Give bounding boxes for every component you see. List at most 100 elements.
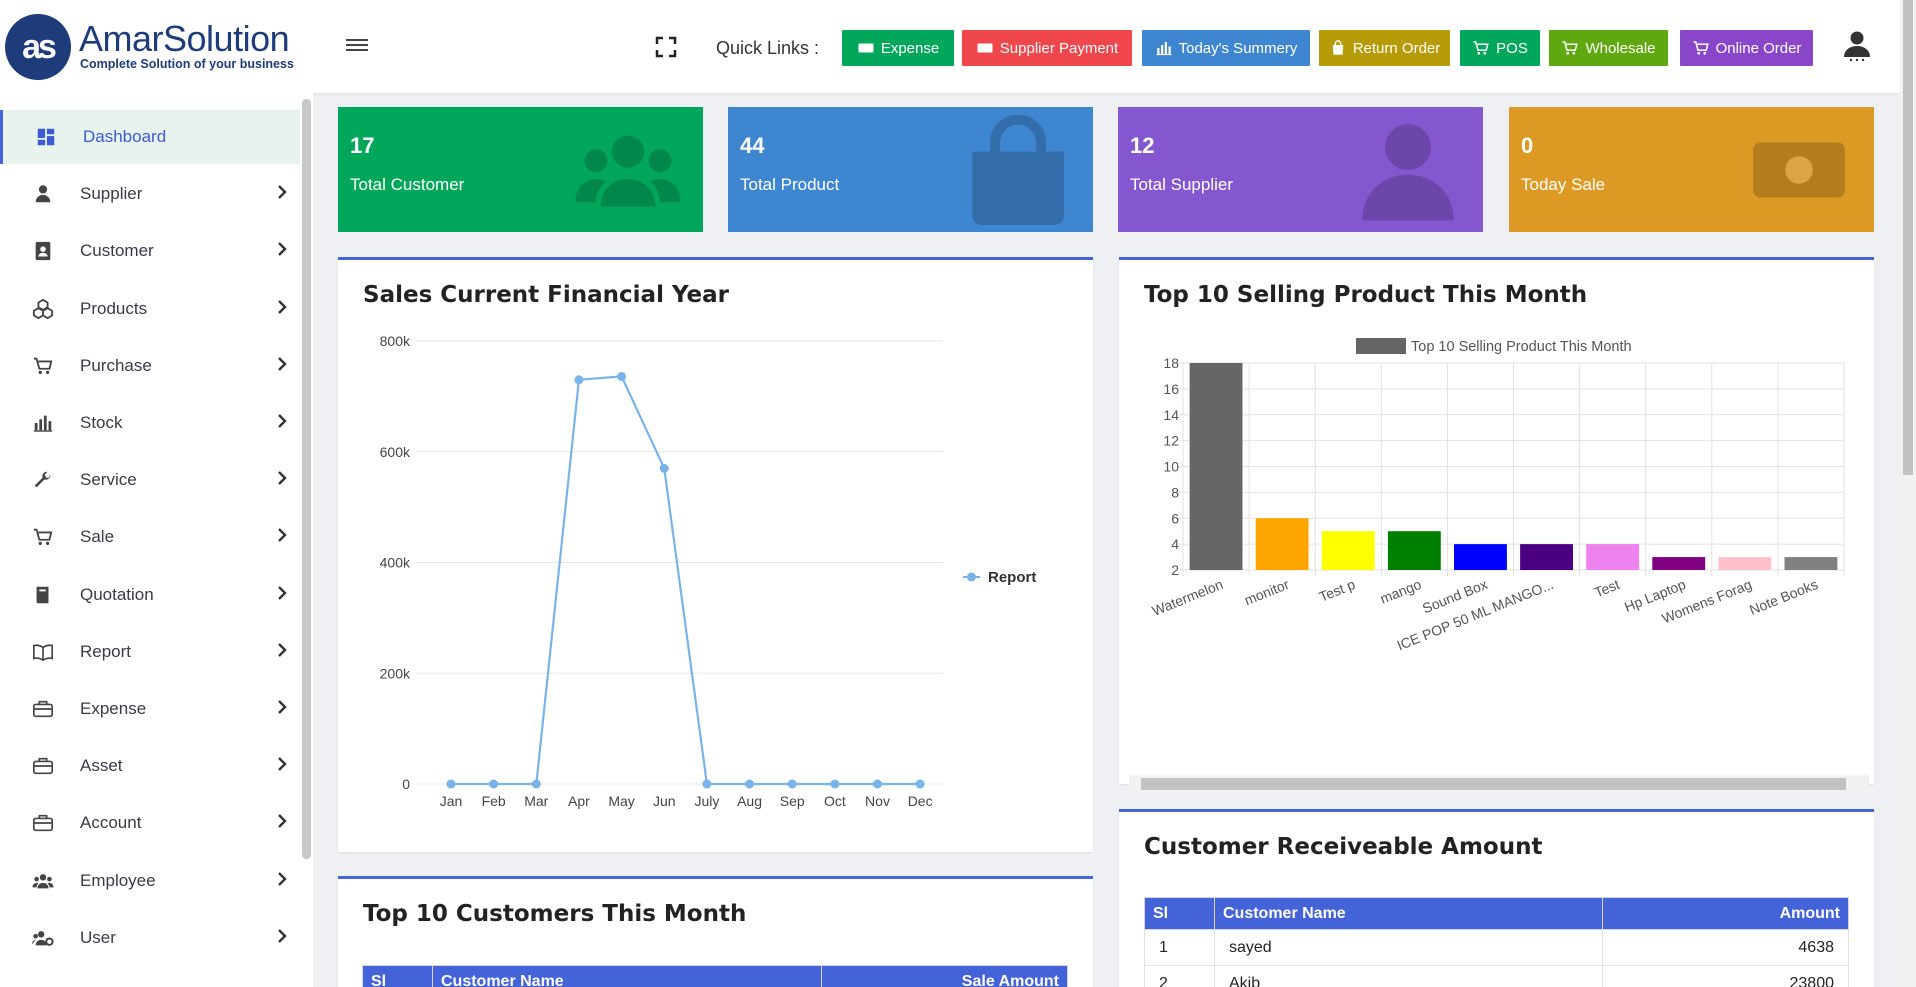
receivable-table: Sl Customer Name Amount 1 sayed 4638 2 A…	[1144, 897, 1849, 987]
chart-bar-icon	[32, 412, 54, 434]
stat-card-total-customer[interactable]: 17 Total Customer	[338, 107, 703, 232]
col-header-sl[interactable]: Sl	[1144, 897, 1215, 930]
quick-link-label: Wholesale	[1585, 39, 1656, 57]
fullscreen-icon[interactable]	[655, 36, 677, 58]
hamburger-menu-icon[interactable]	[346, 36, 368, 54]
sidebar: Dashboard Supplier Customer Products Purchas…	[0, 93, 313, 987]
stat-card-today-sale[interactable]: 0 Today Sale	[1509, 107, 1874, 232]
y-tick-label: 2	[1171, 562, 1179, 578]
x-tick-label: Test p	[1317, 576, 1358, 605]
quick-link-pos-button[interactable]: POS	[1460, 30, 1540, 66]
col-header-customer-name[interactable]: Customer Name	[432, 965, 822, 987]
sidebar-item-label: Report	[80, 641, 132, 661]
brand-logo[interactable]: as AmarSolution Complete Solution of you…	[5, 14, 305, 80]
quick-links-label: Quick Links :	[716, 38, 820, 58]
y-tick-label: 18	[1163, 355, 1179, 371]
sidebar-item-products[interactable]: Products	[0, 282, 300, 336]
sidebar-item-supplier[interactable]: Supplier	[0, 167, 300, 221]
sidebar-item-service[interactable]: Service	[0, 453, 300, 507]
y-tick-label: 6	[1171, 510, 1179, 526]
x-tick-label: mango	[1378, 576, 1424, 607]
table-header-row: Sl Customer Name Sale Amount	[362, 965, 1068, 987]
row-amount: 23800	[1602, 965, 1849, 987]
row-customer-name: sayed	[1214, 929, 1603, 966]
chevron-right-icon	[277, 299, 287, 318]
sidebar-item-user[interactable]: User	[0, 911, 300, 965]
briefcase-icon	[32, 755, 54, 777]
table-row[interactable]: 1 sayed 4638	[1144, 929, 1849, 966]
col-header-sale-amount[interactable]: Sale Amount	[821, 965, 1068, 987]
x-tick-label: July	[694, 793, 719, 809]
y-tick-label: 12	[1163, 433, 1179, 449]
supplier-icon	[32, 183, 54, 205]
y-tick-label: 14	[1163, 407, 1179, 423]
col-header-sl[interactable]: Sl	[362, 965, 433, 987]
chevron-right-icon	[277, 757, 287, 775]
bar-test-p	[1321, 531, 1375, 570]
bar-note-books	[1784, 557, 1838, 570]
bar-watermelon	[1189, 363, 1243, 570]
users-icon	[573, 115, 693, 225]
bar-mango	[1387, 531, 1441, 570]
stat-value: 44	[740, 133, 765, 158]
x-tick-label: Sep	[780, 793, 805, 809]
x-tick-label: Note Books	[1747, 576, 1820, 618]
open-book-icon	[32, 641, 54, 663]
chevron-right-icon	[277, 356, 287, 375]
sidebar-item-dashboard[interactable]: Dashboard	[0, 110, 300, 164]
data-point	[787, 779, 797, 789]
sidebar-item-expense[interactable]: Expense	[0, 682, 300, 736]
bar-ice-pop-50-ml-mango-	[1520, 544, 1573, 570]
sidebar-item-label: Employee	[80, 870, 156, 890]
sidebar-item-customer[interactable]: Customer	[0, 224, 300, 278]
col-header-amount[interactable]: Amount	[1602, 897, 1849, 930]
row-customer-name: Akib	[1214, 965, 1603, 987]
sidebar-item-account[interactable]: Account	[0, 796, 300, 850]
y-tick-label: 800k	[380, 333, 411, 349]
quick-link-supplier-payment-button[interactable]: Supplier Payment	[962, 30, 1132, 66]
sidebar-item-asset[interactable]: Asset	[0, 739, 300, 793]
sidebar-item-label: Products	[80, 298, 148, 318]
table-header-row: Sl Customer Name Amount	[1144, 897, 1849, 930]
table-row[interactable]: 2 Akib 23800	[1144, 965, 1849, 987]
chevron-right-icon	[277, 585, 287, 604]
briefcase-icon	[32, 698, 54, 720]
stat-value: 12	[1130, 133, 1155, 158]
top-products-panel: Top 10 Selling Product This Month 2 4 6 8 10…	[1119, 257, 1874, 793]
quick-link-wholesale-button[interactable]: Wholesale	[1549, 30, 1668, 66]
col-header-customer-name[interactable]: Customer Name	[1214, 897, 1603, 930]
sidebar-item-report[interactable]: Report	[0, 625, 300, 679]
data-point	[617, 371, 627, 381]
quick-link-return-order-button[interactable]: Return Order	[1319, 30, 1450, 66]
sidebar-item-stock[interactable]: Stock	[0, 396, 300, 450]
y-tick-label: 200k	[380, 665, 411, 681]
x-tick-label: Apr	[568, 793, 590, 809]
chart-horizontal-scrollbar[interactable]	[1129, 775, 1869, 793]
data-point	[531, 779, 541, 789]
stat-card-total-product[interactable]: 44 Total Product	[728, 107, 1093, 232]
sidebar-item-sale[interactable]: Sale	[0, 510, 300, 564]
sidebar-item-purchase[interactable]: Purchase	[0, 339, 300, 393]
x-tick-label: Dec	[908, 793, 933, 809]
user-icon	[1353, 115, 1473, 225]
bar-test	[1586, 544, 1640, 570]
quick-link-today-s-summery-button[interactable]: Today's Summery	[1142, 30, 1310, 66]
quick-link-expense-button[interactable]: Expense	[842, 30, 954, 66]
quick-link-online-order-button[interactable]: Online Order	[1680, 30, 1813, 66]
stat-card-total-supplier[interactable]: 12 Total Supplier	[1118, 107, 1483, 232]
row-sl: 2	[1144, 965, 1215, 987]
x-tick-label: Mar	[524, 793, 548, 809]
brand-tagline: Complete Solution of your business	[80, 57, 294, 71]
page-scrollbar[interactable]	[1900, 0, 1916, 987]
sidebar-item-quotation[interactable]: Quotation	[0, 568, 300, 622]
legend-label: Top 10 Selling Product This Month	[1411, 339, 1632, 355]
x-tick-label: Jan	[440, 793, 463, 809]
row-amount: 4638	[1602, 929, 1849, 966]
sidebar-scrollbar[interactable]	[302, 99, 311, 859]
data-point	[702, 779, 712, 789]
receivable-title: Customer Receiveable Amount	[1144, 834, 1543, 860]
briefcase-icon	[32, 812, 54, 834]
sidebar-item-employee[interactable]: Employee	[0, 854, 300, 908]
chevron-right-icon	[277, 871, 287, 890]
user-account-icon[interactable]	[1842, 30, 1872, 62]
